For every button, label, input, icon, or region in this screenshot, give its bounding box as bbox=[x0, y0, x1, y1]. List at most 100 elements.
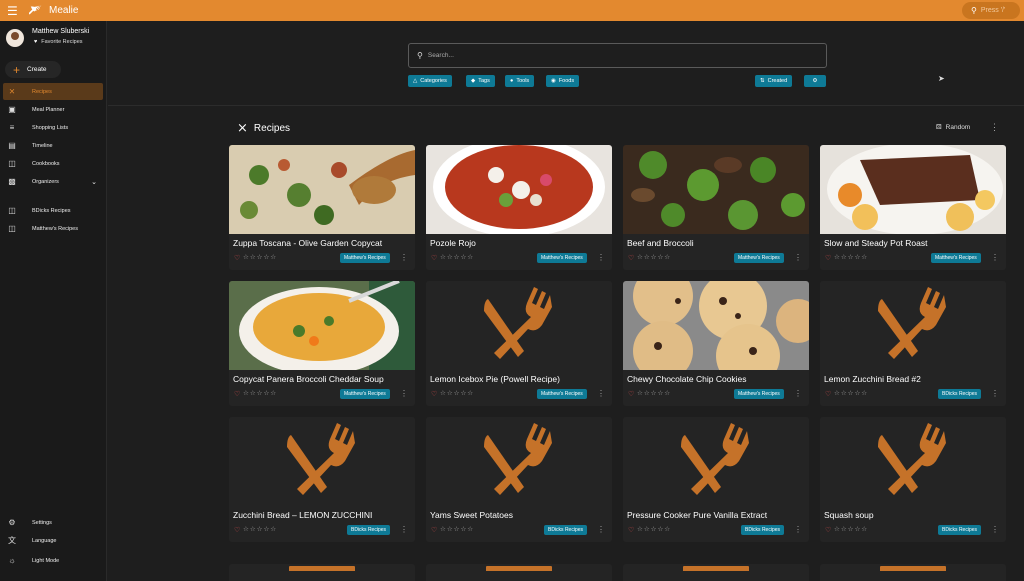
heart-icon[interactable]: ♡ bbox=[234, 390, 240, 398]
more-options-icon[interactable]: ⋮ bbox=[794, 253, 802, 262]
more-options-icon[interactable]: ⋮ bbox=[597, 389, 605, 398]
recipe-tag[interactable]: BDicks Recipes bbox=[938, 389, 982, 399]
sidebar-item-shopping-lists[interactable]: ≡ Shopping Lists bbox=[3, 119, 103, 136]
recipe-card-partial[interactable] bbox=[820, 564, 1006, 581]
recipe-tag[interactable]: Matthew's Recipes bbox=[734, 253, 784, 263]
more-options-icon[interactable]: ⋮ bbox=[400, 525, 408, 534]
recipe-title[interactable]: Pozole Rojo bbox=[430, 238, 476, 248]
recipe-image[interactable] bbox=[623, 417, 809, 506]
heart-icon[interactable]: ♡ bbox=[825, 526, 831, 534]
recipe-card[interactable]: Copycat Panera Broccoli Cheddar Soup ♡ ☆☆☆… bbox=[229, 281, 415, 406]
recipe-image[interactable] bbox=[623, 281, 809, 370]
recipe-card[interactable]: Slow and Steady Pot Roast ♡ ☆☆☆☆☆ Matthew's… bbox=[820, 145, 1006, 270]
settings-filter-button[interactable]: ⚙ bbox=[804, 75, 826, 87]
more-options-icon[interactable]: ⋮ bbox=[991, 525, 999, 534]
rating-stars[interactable]: ☆☆☆☆☆ bbox=[637, 253, 671, 261]
recipe-tag[interactable]: BDicks Recipes bbox=[347, 525, 391, 535]
more-options-icon[interactable]: ⋮ bbox=[597, 253, 605, 262]
recipe-tag[interactable]: Matthew's Recipes bbox=[340, 253, 390, 263]
recipe-tag[interactable]: BDicks Recipes bbox=[938, 525, 982, 535]
foods-filter-button[interactable]: ◉ Foods bbox=[546, 75, 580, 87]
rating-stars[interactable]: ☆☆☆☆☆ bbox=[440, 525, 474, 533]
recipe-title[interactable]: Zuppa Toscana - Olive Garden Copycat bbox=[233, 238, 382, 248]
sidebar-item-light-mode[interactable]: ☼ Light Mode bbox=[3, 552, 103, 569]
menu-icon[interactable]: ☰ bbox=[7, 5, 21, 17]
recipe-image[interactable] bbox=[229, 281, 415, 370]
recipe-image[interactable] bbox=[820, 281, 1006, 370]
recipe-card-partial[interactable] bbox=[229, 564, 415, 581]
recipe-card[interactable]: Yams Sweet Potatoes ♡ ☆☆☆☆☆ BDicks Recipes ⋮ bbox=[426, 417, 612, 542]
recipe-card[interactable]: Zucchini Bread – LEMON ZUCCHINI ♡ ☆☆☆☆☆ BDi… bbox=[229, 417, 415, 542]
more-options-icon[interactable]: ⋮ bbox=[597, 525, 605, 534]
rating-stars[interactable]: ☆☆☆☆☆ bbox=[834, 253, 868, 261]
recipe-image[interactable] bbox=[426, 417, 612, 506]
sidebar-item-language[interactable]: 文 Language bbox=[3, 532, 103, 549]
more-options-icon[interactable]: ⋮ bbox=[794, 525, 802, 534]
recipe-image[interactable] bbox=[820, 417, 1006, 506]
heart-icon[interactable]: ♡ bbox=[234, 254, 240, 262]
rating-stars[interactable]: ☆☆☆☆☆ bbox=[440, 253, 474, 261]
more-options-icon[interactable]: ⋮ bbox=[991, 389, 999, 398]
sidebar-item-timeline[interactable]: ▤ Timeline bbox=[3, 137, 103, 154]
recipe-title[interactable]: Lemon Zucchini Bread #2 bbox=[824, 374, 921, 384]
heart-icon[interactable]: ♡ bbox=[431, 390, 437, 398]
sort-button[interactable]: ⇅ Created bbox=[755, 75, 793, 87]
favorite-recipes-link[interactable]: ♥ Favorite Recipes bbox=[34, 39, 83, 45]
recipe-title[interactable]: Pressure Cooker Pure Vanilla Extract bbox=[627, 510, 767, 520]
heart-icon[interactable]: ♡ bbox=[431, 526, 437, 534]
heart-icon[interactable]: ♡ bbox=[234, 526, 240, 534]
recipe-tag[interactable]: Matthew's Recipes bbox=[931, 253, 981, 263]
heart-icon[interactable]: ♡ bbox=[825, 390, 831, 398]
heart-icon[interactable]: ♡ bbox=[628, 390, 634, 398]
more-options-icon[interactable]: ⋮ bbox=[991, 253, 999, 262]
rating-stars[interactable]: ☆☆☆☆☆ bbox=[834, 525, 868, 533]
random-button[interactable]: ⚄ Random bbox=[936, 123, 970, 132]
heart-icon[interactable]: ♡ bbox=[628, 254, 634, 262]
heart-icon[interactable]: ♡ bbox=[825, 254, 831, 262]
recipe-card[interactable]: Squash soup ♡ ☆☆☆☆☆ BDicks Recipes ⋮ bbox=[820, 417, 1006, 542]
recipe-card-partial[interactable] bbox=[426, 564, 612, 581]
tools-filter-button[interactable]: ● Tools bbox=[505, 75, 535, 87]
rating-stars[interactable]: ☆☆☆☆☆ bbox=[243, 389, 277, 397]
recipe-card[interactable]: Pozole Rojo ♡ ☆☆☆☆☆ Matthew's Recipes ⋮ bbox=[426, 145, 612, 270]
recipe-title[interactable]: Yams Sweet Potatoes bbox=[430, 510, 513, 520]
rating-stars[interactable]: ☆☆☆☆☆ bbox=[243, 253, 277, 261]
sidebar-item-settings[interactable]: ⚙ Settings bbox=[3, 514, 103, 531]
sidebar-item-cookbooks[interactable]: ◫ Cookbooks bbox=[3, 155, 103, 172]
recipe-card[interactable]: Lemon Icebox Pie (Powell Recipe) ♡ ☆☆☆☆☆ Ma… bbox=[426, 281, 612, 406]
create-button[interactable]: + Create bbox=[5, 61, 61, 78]
sidebar-item-bdicks-recipes[interactable]: ◫ BDicks Recipes bbox=[3, 202, 103, 219]
recipe-title[interactable]: Lemon Icebox Pie (Powell Recipe) bbox=[430, 374, 560, 384]
search-shortcut-button[interactable]: ⚲ Press '/' bbox=[962, 2, 1020, 19]
rating-stars[interactable]: ☆☆☆☆☆ bbox=[637, 389, 671, 397]
sidebar-item-meal-planner[interactable]: ▣ Meal Planner bbox=[3, 101, 103, 118]
recipe-image[interactable] bbox=[426, 145, 612, 234]
recipe-tag[interactable]: BDicks Recipes bbox=[741, 525, 785, 535]
recipe-title[interactable]: Beef and Broccoli bbox=[627, 238, 694, 248]
recipe-tag[interactable]: Matthew's Recipes bbox=[537, 389, 587, 399]
recipe-title[interactable]: Squash soup bbox=[824, 510, 874, 520]
more-options-icon[interactable]: ⋮ bbox=[794, 389, 802, 398]
categories-filter-button[interactable]: △ Categories bbox=[408, 75, 452, 87]
more-options-icon[interactable]: ⋮ bbox=[400, 389, 408, 398]
heart-icon[interactable]: ♡ bbox=[431, 254, 437, 262]
sidebar-item-organizers[interactable]: ▩ Organizers ⌄ bbox=[3, 173, 103, 190]
recipe-title[interactable]: Slow and Steady Pot Roast bbox=[824, 238, 927, 248]
recipe-card[interactable]: Pressure Cooker Pure Vanilla Extract ♡ ☆☆☆… bbox=[623, 417, 809, 542]
recipe-card-partial[interactable] bbox=[623, 564, 809, 581]
recipe-tag[interactable]: BDicks Recipes bbox=[544, 525, 588, 535]
recipe-tag[interactable]: Matthew's Recipes bbox=[734, 389, 784, 399]
sidebar-item-recipes[interactable]: ⨯ Recipes bbox=[3, 83, 103, 100]
recipe-card[interactable]: Zuppa Toscana - Olive Garden Copycat ♡ ☆☆☆… bbox=[229, 145, 415, 270]
recipe-image[interactable] bbox=[229, 417, 415, 506]
search-input[interactable]: ⚲ Search... bbox=[408, 43, 827, 68]
recipe-image[interactable] bbox=[426, 281, 612, 370]
recipe-title[interactable]: Copycat Panera Broccoli Cheddar Soup bbox=[233, 374, 384, 384]
recipe-card[interactable]: Beef and Broccoli ♡ ☆☆☆☆☆ Matthew's Recipes… bbox=[623, 145, 809, 270]
recipe-title[interactable]: Zucchini Bread – LEMON ZUCCHINI bbox=[233, 510, 372, 520]
more-options-icon[interactable]: ⋮ bbox=[400, 253, 408, 262]
recipe-image[interactable] bbox=[820, 145, 1006, 234]
recipe-image[interactable] bbox=[229, 145, 415, 234]
rating-stars[interactable]: ☆☆☆☆☆ bbox=[637, 525, 671, 533]
recipe-card[interactable]: Chewy Chocolate Chip Cookies ♡ ☆☆☆☆☆ Matthe… bbox=[623, 281, 809, 406]
